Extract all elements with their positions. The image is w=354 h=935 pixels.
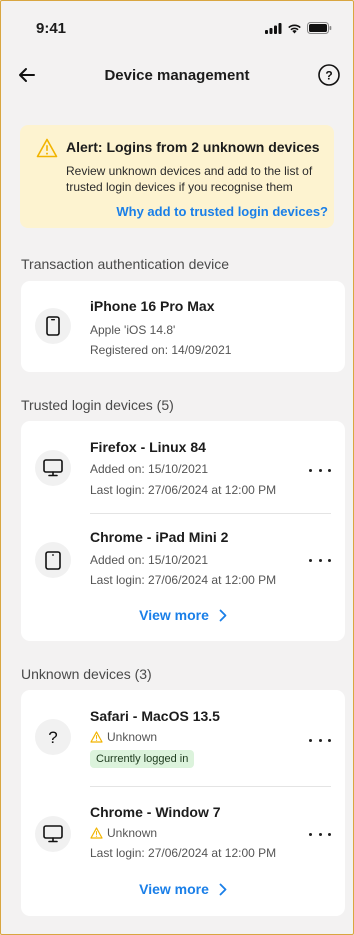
device-name: Chrome - Window 7 (90, 804, 221, 820)
unknown-status-label: Unknown (107, 730, 158, 744)
why-trusted-link[interactable]: Why add to trusted login devices? (116, 204, 328, 219)
warning-icon (90, 827, 103, 839)
signal-icon (265, 22, 282, 34)
alert-title: Alert: Logins from 2 unknown devices (66, 139, 320, 155)
list-item[interactable]: Firefox - Linux 84 Added on: 15/10/2021 … (21, 421, 345, 513)
device-name: iPhone 16 Pro Max (90, 298, 215, 314)
nav-bar: Device management ? (0, 58, 354, 94)
desktop-icon (43, 459, 63, 477)
view-more-label: View more (139, 881, 209, 897)
transaction-section-title: Transaction authentication device (21, 256, 230, 272)
question-icon: ? (48, 728, 57, 746)
chevron-right-icon (219, 609, 227, 621)
unknown-status: Unknown (90, 730, 157, 744)
unknown-section-title: Unknown devices (3) (21, 666, 152, 682)
phone-icon (46, 316, 60, 336)
list-item[interactable]: Chrome - iPad Mini 2 Added on: 15/10/202… (21, 514, 345, 594)
status-bar: 9:41 (0, 0, 354, 50)
more-options-button[interactable] (309, 733, 331, 747)
trusted-devices-card: Firefox - Linux 84 Added on: 15/10/2021 … (21, 421, 345, 641)
device-name: Firefox - Linux 84 (90, 439, 206, 455)
alert-body: Review unknown devices and add to the li… (66, 164, 313, 194)
more-options-button[interactable] (309, 553, 331, 567)
more-options-button[interactable] (309, 463, 331, 477)
chevron-right-icon (219, 883, 227, 895)
device-os: Apple 'iOS 14.8' (90, 323, 176, 337)
help-button[interactable]: ? (317, 63, 341, 87)
svg-text:?: ? (325, 68, 332, 82)
device-added-date: Added on: 15/10/2021 (90, 462, 209, 476)
list-item[interactable]: Chrome - Window 7 Unknown Last login: 27… (21, 787, 345, 869)
warning-icon (90, 731, 103, 743)
device-registered-date: Registered on: 14/09/2021 (90, 343, 232, 357)
view-more-trusted-button[interactable]: View more (21, 607, 345, 623)
more-options-button[interactable] (309, 827, 331, 841)
help-icon: ? (318, 64, 340, 86)
device-last-login: Last login: 27/06/2024 at 12:00 PM (90, 846, 277, 860)
logged-in-badge: Currently logged in (90, 750, 195, 768)
device-name: Safari - MacOS 13.5 (90, 708, 220, 724)
unknown-devices-card: ? Safari - MacOS 13.5 Unknown Currently … (21, 690, 345, 916)
device-icon-bg (35, 816, 71, 852)
device-added-date: Added on: 15/10/2021 (90, 553, 209, 567)
status-time: 9:41 (36, 20, 67, 37)
unknown-login-alert: Alert: Logins from 2 unknown devices Rev… (20, 125, 334, 228)
device-icon-bg (35, 308, 71, 344)
tablet-icon (45, 550, 61, 570)
wifi-icon (288, 24, 301, 33)
unknown-status-label: Unknown (107, 826, 158, 840)
status-icons (265, 22, 332, 34)
trusted-section-title: Trusted login devices (5) (21, 397, 174, 413)
device-icon-bg (35, 542, 71, 578)
desktop-icon (43, 825, 63, 843)
unknown-status: Unknown (90, 826, 157, 840)
svg-text:?: ? (48, 728, 57, 746)
device-last-login: Last login: 27/06/2024 at 12:00 PM (90, 483, 277, 497)
list-item[interactable]: ? Safari - MacOS 13.5 Unknown Currently … (21, 690, 345, 785)
battery-icon (307, 22, 332, 34)
view-more-unknown-button[interactable]: View more (21, 881, 345, 897)
device-icon-bg: ? (35, 719, 71, 755)
page-title: Device management (104, 67, 250, 84)
warning-icon (36, 138, 58, 158)
view-more-label: View more (139, 607, 209, 623)
device-icon-bg (35, 450, 71, 486)
device-name: Chrome - iPad Mini 2 (90, 529, 229, 545)
transaction-device-card: iPhone 16 Pro Max Apple 'iOS 14.8' Regis… (21, 281, 345, 372)
device-last-login: Last login: 27/06/2024 at 12:00 PM (90, 573, 277, 587)
